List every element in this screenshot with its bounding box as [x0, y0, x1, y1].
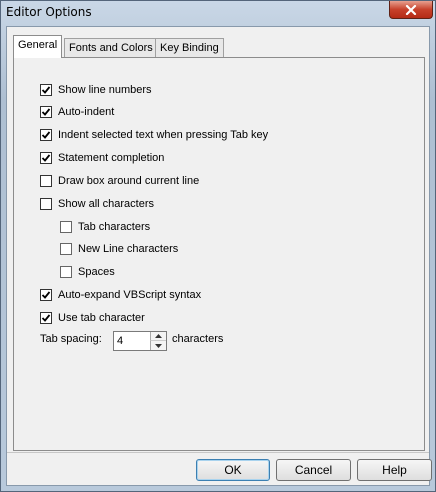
- tab-characters-option[interactable]: Tab characters: [60, 220, 150, 234]
- tab-characters-checkbox[interactable]: [60, 221, 72, 233]
- new-line-characters-option[interactable]: New Line characters: [60, 242, 178, 256]
- tab-general-label: General: [18, 39, 58, 51]
- draw-box-current-line-label: Draw box around current line: [58, 175, 200, 187]
- tab-key-binding-label: Key Binding: [160, 42, 219, 54]
- spin-up-button[interactable]: [150, 332, 166, 341]
- indent-selected-text-checkbox[interactable]: [40, 129, 52, 141]
- use-tab-character-checkbox[interactable]: [40, 312, 52, 324]
- help-button[interactable]: Help: [357, 459, 432, 481]
- tab-spacing-value[interactable]: 4: [117, 335, 123, 347]
- show-line-numbers-label: Show line numbers: [58, 84, 152, 96]
- auto-expand-vbscript-checkbox[interactable]: [40, 289, 52, 301]
- show-all-characters-checkbox[interactable]: [40, 198, 52, 210]
- tab-fonts-and-colors-label: Fonts and Colors: [69, 42, 153, 54]
- tab-general[interactable]: General: [13, 35, 63, 58]
- auto-expand-vbscript-label: Auto-expand VBScript syntax: [58, 289, 202, 301]
- ok-button[interactable]: OK: [196, 459, 270, 481]
- auto-indent-checkbox[interactable]: [40, 106, 52, 118]
- draw-box-current-line-option[interactable]: Draw box around current line: [40, 174, 199, 188]
- checkmark-icon: [41, 86, 51, 94]
- statement-completion-checkbox[interactable]: [40, 152, 52, 164]
- new-line-characters-label: New Line characters: [78, 243, 179, 255]
- draw-box-current-line-checkbox[interactable]: [40, 175, 52, 187]
- window-title: Editor Options: [6, 5, 92, 19]
- tab-characters-label: Tab characters: [78, 221, 151, 233]
- checkmark-icon: [41, 131, 51, 139]
- close-button[interactable]: [389, 1, 433, 19]
- spaces-label: Spaces: [78, 266, 115, 278]
- checkmark-icon: [41, 291, 51, 299]
- spin-down-button[interactable]: [150, 341, 166, 350]
- cancel-button[interactable]: Cancel: [276, 459, 351, 481]
- button-divider: [7, 452, 429, 453]
- indent-selected-text-option[interactable]: Indent selected text when pressing Tab k…: [40, 128, 268, 142]
- checkmark-icon: [41, 154, 51, 162]
- tab-key-binding[interactable]: Key Binding: [155, 38, 224, 57]
- show-all-characters-option[interactable]: Show all characters: [40, 197, 154, 211]
- new-line-characters-checkbox[interactable]: [60, 243, 72, 255]
- show-all-characters-label: Show all characters: [58, 198, 154, 210]
- use-tab-character-label: Use tab character: [58, 312, 145, 324]
- show-line-numbers-checkbox[interactable]: [40, 84, 52, 96]
- use-tab-character-option[interactable]: Use tab character: [40, 311, 145, 325]
- statement-completion-label: Statement completion: [58, 152, 165, 164]
- checkmark-icon: [41, 314, 51, 322]
- show-line-numbers-option[interactable]: Show line numbers: [40, 83, 152, 97]
- tab-spacing-label: Tab spacing:: [40, 333, 102, 345]
- editor-options-window: Editor Options General Fonts and Colors …: [0, 0, 436, 492]
- spaces-checkbox[interactable]: [60, 266, 72, 278]
- auto-indent-label: Auto-indent: [58, 106, 115, 118]
- statement-completion-option[interactable]: Statement completion: [40, 151, 164, 165]
- arrow-down-icon: [155, 343, 162, 348]
- checkmark-icon: [41, 108, 51, 116]
- title-bar[interactable]: Editor Options: [1, 1, 435, 25]
- close-icon: [405, 4, 417, 15]
- auto-expand-vbscript-option[interactable]: Auto-expand VBScript syntax: [40, 288, 201, 302]
- auto-indent-option[interactable]: Auto-indent: [40, 105, 114, 119]
- tab-fonts-and-colors[interactable]: Fonts and Colors: [64, 38, 158, 57]
- arrow-up-icon: [155, 334, 162, 338]
- tab-spacing-units: characters: [172, 333, 224, 345]
- tab-spacing-stepper[interactable]: 4: [113, 331, 167, 351]
- spaces-option[interactable]: Spaces: [60, 265, 115, 279]
- indent-selected-text-label: Indent selected text when pressing Tab k…: [58, 129, 269, 141]
